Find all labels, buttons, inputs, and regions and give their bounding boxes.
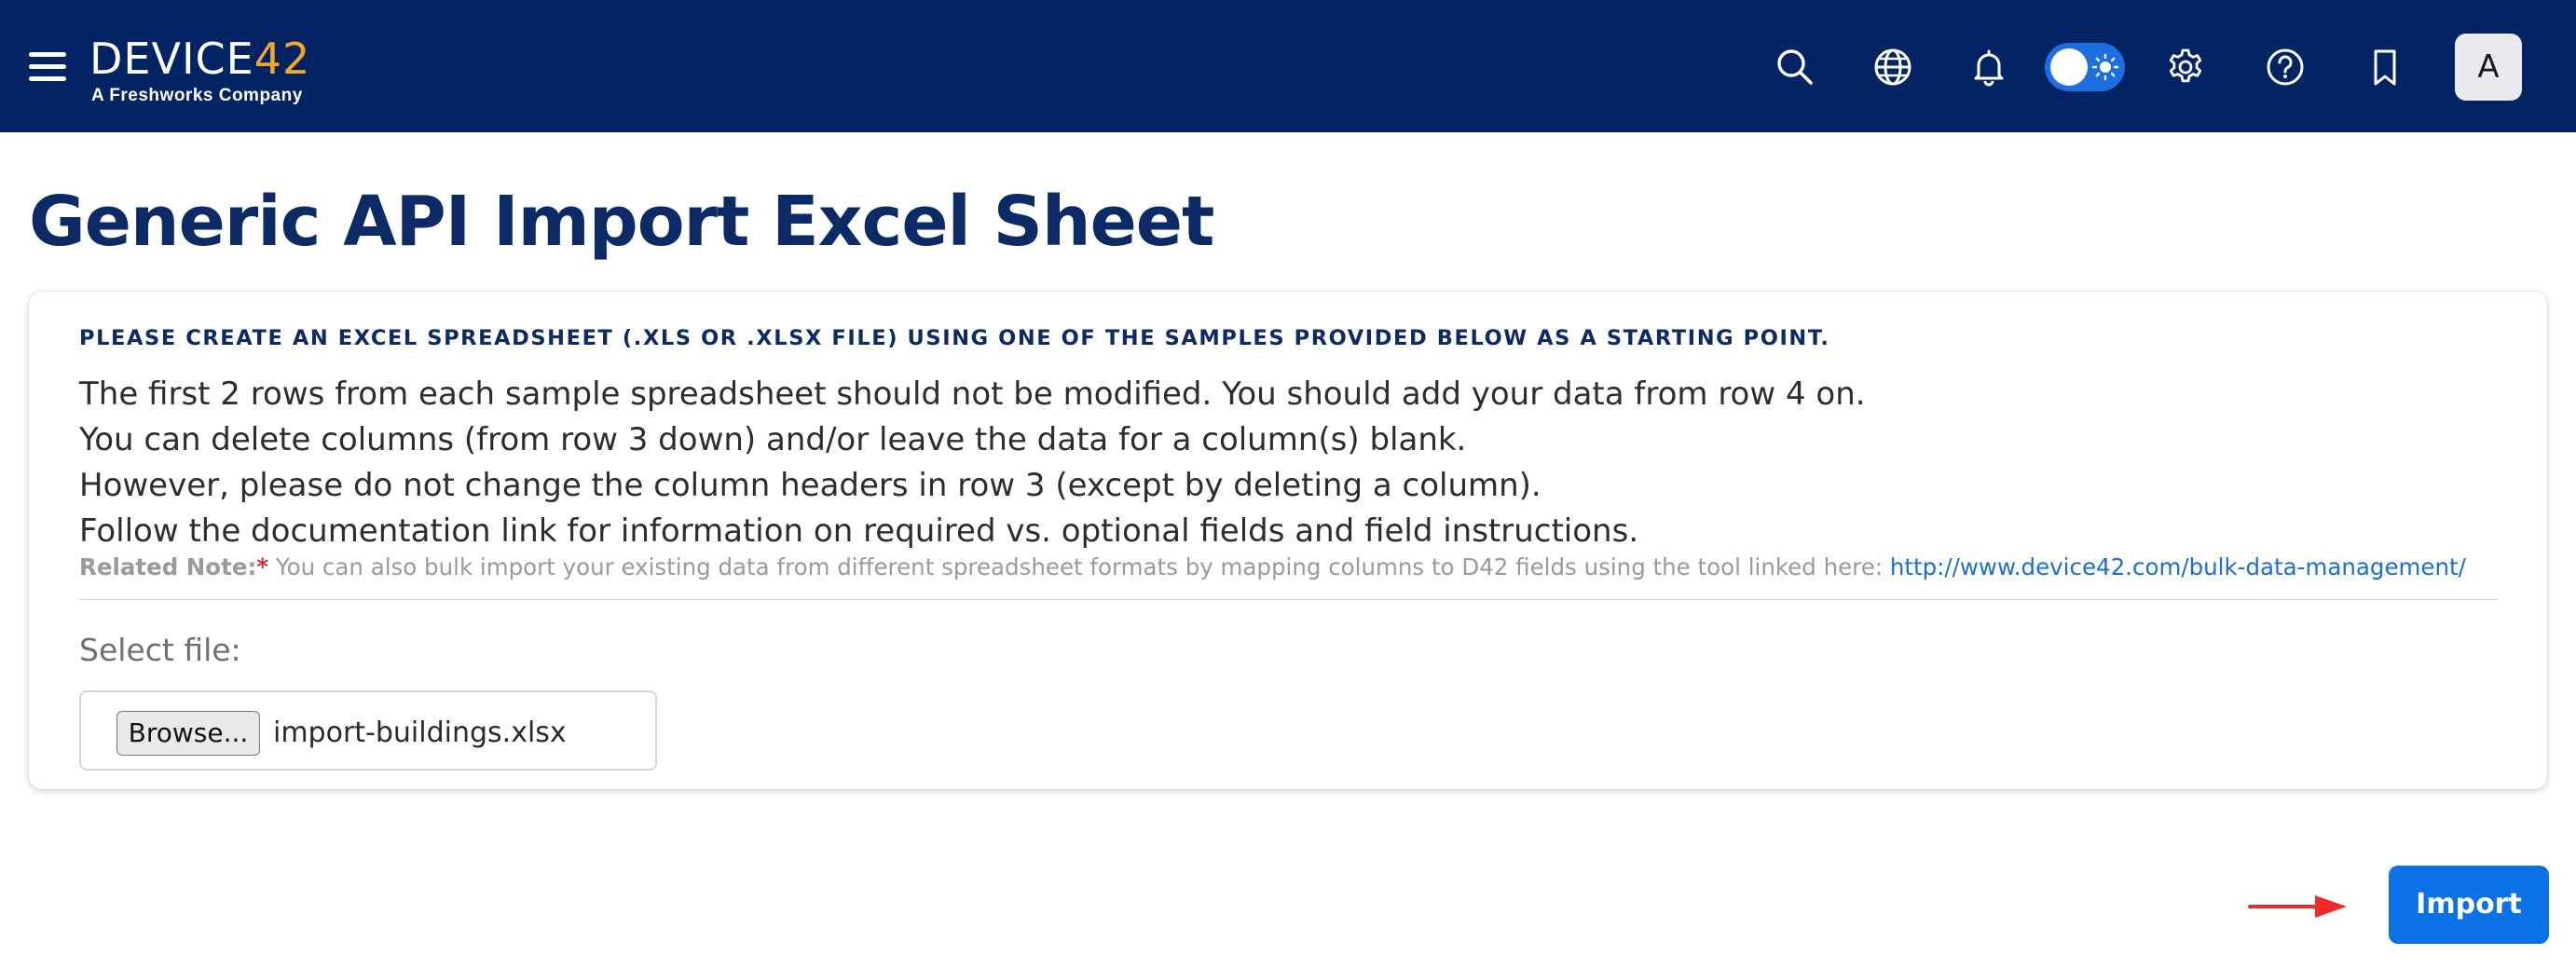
menu-icon[interactable] <box>29 50 66 84</box>
divider <box>79 599 2499 600</box>
required-asterisk: * <box>256 553 269 580</box>
logo-word: DEVICE <box>89 34 254 84</box>
bulk-data-management-link[interactable]: http://www.device42.com/bulk-data-manage… <box>1890 553 2466 580</box>
related-note: Related Note:* You can also bulk import … <box>79 553 2466 582</box>
bell-icon-glyph <box>1974 49 2004 87</box>
import-card: PLEASE CREATE AN EXCEL SPREADSHEET (.XLS… <box>29 292 2547 789</box>
top-navigation-bar: DEVICE42 A Freshworks Company A <box>0 0 2576 132</box>
gear-icon[interactable] <box>2159 41 2212 93</box>
select-file-label: Select file: <box>79 632 241 668</box>
user-avatar[interactable]: A <box>2455 34 2522 101</box>
instruction-line: You can delete columns (from row 3 down)… <box>79 421 1467 458</box>
related-note-text: You can also bulk import your existing d… <box>268 553 1890 580</box>
menu-icon-bar <box>29 64 66 69</box>
globe-icon[interactable] <box>1867 41 1919 93</box>
instructions: The first 2 rows from each sample spread… <box>79 372 1866 554</box>
annotation-arrow-icon <box>2248 895 2347 918</box>
menu-icon-bar <box>29 76 66 81</box>
gear-icon-glyph <box>2169 48 2202 83</box>
help-icon-glyph <box>2267 48 2304 86</box>
globe-icon-glyph <box>1874 48 1911 86</box>
device42-logo[interactable]: DEVICE42 A Freshworks Company <box>89 35 313 110</box>
instruction-line: However, please do not change the column… <box>79 467 1541 504</box>
toggle-knob <box>2050 48 2088 86</box>
menu-icon-bar <box>29 52 66 57</box>
theme-toggle[interactable] <box>2045 43 2125 91</box>
logo-tagline: A Freshworks Company <box>91 86 303 105</box>
help-icon[interactable] <box>2259 41 2311 93</box>
related-note-label: Related Note: <box>79 553 257 580</box>
bookmark-icon-glyph <box>2374 49 2396 86</box>
logo-wordmark: DEVICE42 <box>89 35 310 82</box>
selected-file-name: import-buildings.xlsx <box>273 717 567 749</box>
logo-number: 42 <box>253 34 311 84</box>
search-icon[interactable] <box>1769 41 1821 93</box>
browse-button[interactable]: Browse... <box>116 711 260 756</box>
page-title: Generic API Import Excel Sheet <box>29 182 1214 262</box>
bookmark-icon[interactable] <box>2359 41 2411 93</box>
import-button[interactable]: Import <box>2389 866 2549 944</box>
instruction-line: Follow the documentation link for inform… <box>79 512 1639 550</box>
file-input[interactable]: Browse... import-buildings.xlsx <box>79 690 657 771</box>
search-icon-glyph <box>1777 49 1813 85</box>
card-heading: PLEASE CREATE AN EXCEL SPREADSHEET (.XLS… <box>79 326 1830 350</box>
sun-icon <box>2091 53 2119 81</box>
bell-icon[interactable] <box>1963 41 2015 93</box>
instruction-line: The first 2 rows from each sample spread… <box>79 375 1866 413</box>
